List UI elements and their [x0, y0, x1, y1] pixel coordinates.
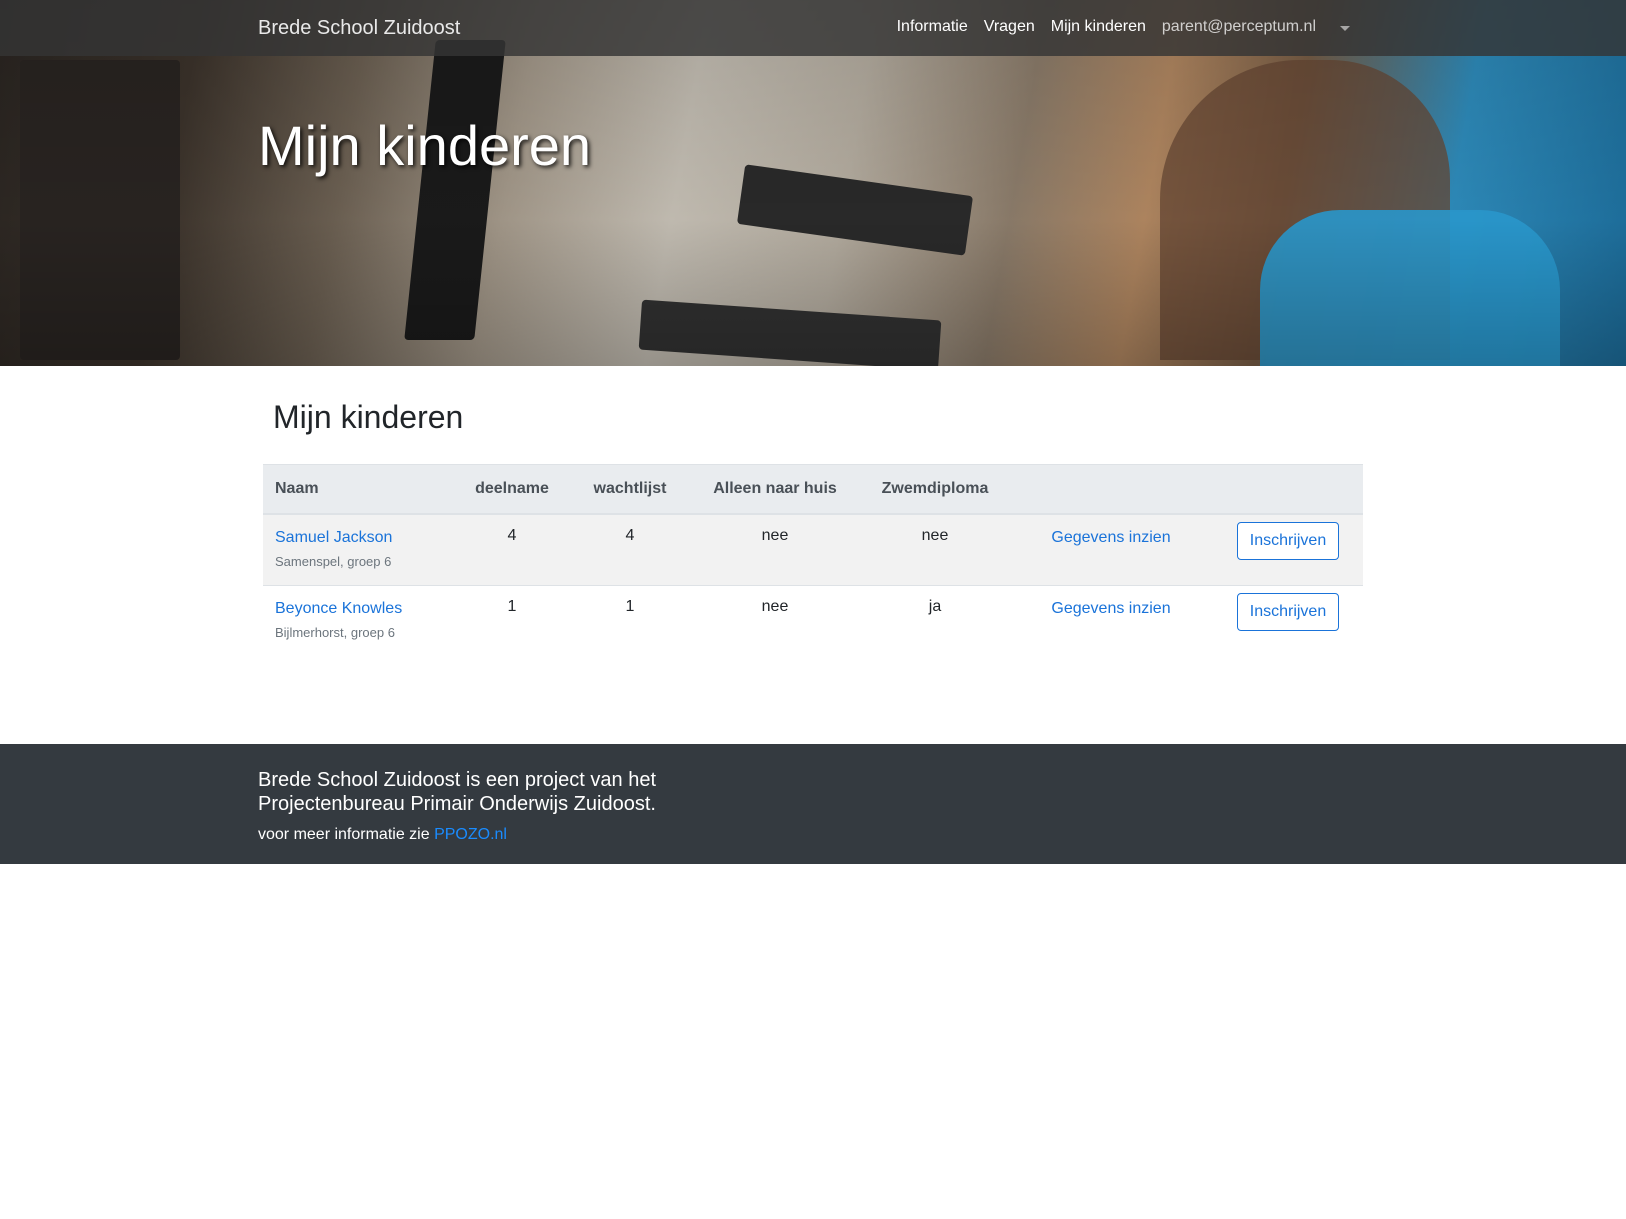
- column-header-wachtlijst: wachtlijst: [571, 464, 689, 515]
- nav-item-informatie[interactable]: Informatie: [889, 17, 976, 37]
- name-cell: Beyonce Knowles Bijlmerhorst, groep 6: [263, 585, 453, 656]
- enroll-button[interactable]: Inschrijven: [1236, 522, 1340, 560]
- enroll-cell: Inschrijven: [1213, 513, 1363, 586]
- enroll-button[interactable]: Inschrijven: [1236, 593, 1340, 631]
- table-row: Beyonce Knowles Bijlmerhorst, groep 6 1 …: [263, 585, 1363, 656]
- nav-menu: Informatie Vragen Mijn kinderen parent@p…: [889, 17, 1350, 37]
- chevron-down-icon[interactable]: [1340, 25, 1350, 31]
- column-header-naam: Naam: [263, 464, 453, 515]
- child-school: Samenspel, groep 6: [275, 554, 392, 569]
- nav-item-account[interactable]: parent@perceptum.nl: [1154, 17, 1324, 37]
- view-details-link[interactable]: Gegevens inzien: [1051, 600, 1170, 617]
- table-row: Samuel Jackson Samenspel, groep 6 4 4 ne…: [263, 513, 1363, 586]
- zwemdiploma-cell: nee: [861, 513, 1009, 586]
- alleen-naar-huis-cell: nee: [689, 513, 861, 586]
- wachtlijst-cell: 4: [571, 513, 689, 586]
- wachtlijst-cell: 1: [571, 585, 689, 656]
- deelname-cell: 1: [453, 585, 571, 656]
- child-school: Bijlmerhorst, groep 6: [275, 625, 395, 640]
- child-name-link[interactable]: Beyonce Knowles: [275, 600, 402, 617]
- footer-description: Brede School Zuidoost is een project van…: [258, 769, 657, 815]
- nav-item-mijn-kinderen[interactable]: Mijn kinderen: [1043, 17, 1154, 37]
- table-header-row: Naam deelname wachtlijst Alleen naar hui…: [263, 464, 1363, 515]
- ppozo-link[interactable]: PPOZO.nl: [434, 826, 507, 843]
- view-cell: Gegevens inzien: [1009, 585, 1213, 656]
- navbar: Brede School Zuidoost Informatie Vragen …: [0, 0, 1626, 56]
- hero-title: Mijn kinderen: [258, 114, 592, 177]
- child-name-link[interactable]: Samuel Jackson: [275, 529, 392, 546]
- page: Mijn kinderen Brede School Zuidoost Info…: [0, 0, 1626, 1219]
- enroll-cell: Inschrijven: [1213, 585, 1363, 656]
- column-header-enroll: [1213, 464, 1363, 515]
- column-header-actions: [1009, 464, 1213, 515]
- nav-item-vragen[interactable]: Vragen: [976, 17, 1043, 37]
- page-title: Mijn kinderen: [273, 399, 464, 435]
- children-table: Naam deelname wachtlijst Alleen naar hui…: [263, 464, 1363, 656]
- column-header-alleen-naar-huis: Alleen naar huis: [689, 464, 861, 515]
- main-content: Mijn kinderen Naam deelname wachtlijst A…: [263, 384, 1363, 656]
- footer-info: voor meer informatie zie PPOZO.nl: [258, 826, 507, 844]
- view-cell: Gegevens inzien: [1009, 513, 1213, 586]
- name-cell: Samuel Jackson Samenspel, groep 6: [263, 513, 453, 586]
- brand-link[interactable]: Brede School Zuidoost: [258, 16, 460, 40]
- zwemdiploma-cell: ja: [861, 585, 1009, 656]
- footer: Brede School Zuidoost is een project van…: [0, 744, 1626, 864]
- column-header-deelname: deelname: [453, 464, 571, 515]
- deelname-cell: 4: [453, 513, 571, 586]
- alleen-naar-huis-cell: nee: [689, 585, 861, 656]
- view-details-link[interactable]: Gegevens inzien: [1051, 529, 1170, 546]
- footer-info-prefix: voor meer informatie zie: [258, 826, 430, 843]
- column-header-zwemdiploma: Zwemdiploma: [861, 464, 1009, 515]
